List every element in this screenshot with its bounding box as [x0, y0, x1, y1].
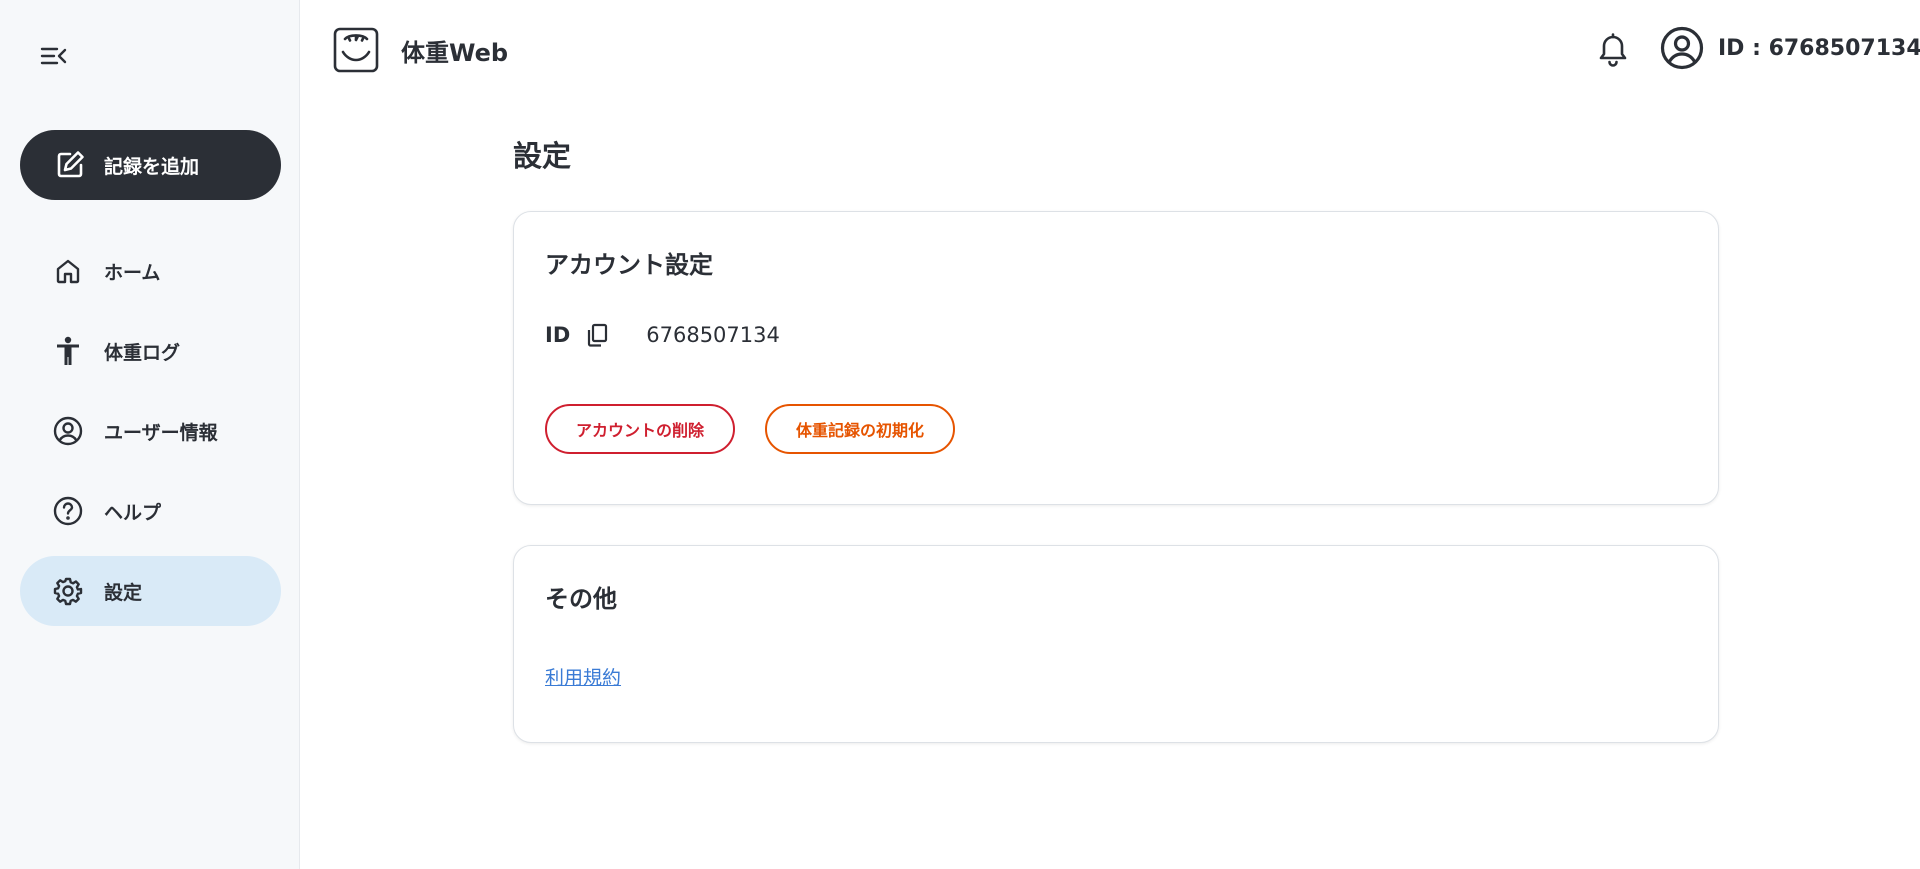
sidebar-item-label: 設定 — [104, 581, 143, 604]
id-label: ID — [545, 323, 571, 347]
sidebar-item-label: ホーム — [104, 261, 161, 284]
sidebar-item-label: ユーザー情報 — [104, 421, 218, 444]
person-icon — [52, 335, 84, 367]
sidebar-item-weight-log[interactable]: 体重ログ — [20, 316, 281, 386]
add-record-button[interactable]: 記録を追加 — [20, 130, 281, 200]
top-header: 体重Web ID : 6768507134 — [300, 0, 1920, 100]
sidebar-item-home[interactable]: ホーム — [20, 236, 281, 306]
sidebar-item-help[interactable]: ヘルプ — [20, 476, 281, 546]
menu-collapse-icon[interactable] — [38, 42, 70, 70]
terms-of-service-link[interactable]: 利用規約 — [545, 663, 621, 690]
card-title: アカウント設定 — [545, 251, 713, 279]
sidebar-item-label: ヘルプ — [104, 501, 162, 524]
sidebar-item-label: 体重ログ — [104, 341, 181, 364]
sidebar: 記録を追加 ホーム 体重ログ ユーザー情報 ヘルプ 設定 — [0, 0, 300, 869]
copy-icon[interactable] — [584, 322, 610, 348]
delete-account-button[interactable]: アカウントの削除 — [545, 404, 736, 454]
gear-icon — [52, 575, 84, 607]
header-user-id: ID : 6768507134 — [1718, 35, 1920, 61]
sidebar-nav: ホーム 体重ログ ユーザー情報 ヘルプ 設定 — [20, 236, 281, 636]
notification-bell-icon[interactable] — [1593, 30, 1633, 70]
scale-logo-icon — [333, 27, 379, 73]
edit-icon — [54, 149, 86, 181]
id-value: 6768507134 — [646, 323, 780, 347]
page-title: 設定 — [513, 139, 572, 173]
other-card: その他 利用規約 — [513, 545, 1719, 743]
account-circle-icon — [52, 415, 84, 447]
app-title: 体重Web — [401, 39, 509, 67]
id-row: ID 6768507134 — [545, 322, 780, 348]
help-icon — [52, 495, 84, 527]
sidebar-item-settings[interactable]: 設定 — [20, 556, 281, 626]
account-menu[interactable]: ID : 6768507134 — [1660, 26, 1920, 70]
account-actions: アカウントの削除 体重記録の初期化 — [545, 404, 985, 454]
reset-weight-records-button[interactable]: 体重記録の初期化 — [765, 404, 956, 454]
account-settings-card: アカウント設定 ID 6768507134 アカウントの削除 体重記録の初期化 — [513, 211, 1719, 505]
sidebar-item-user-info[interactable]: ユーザー情報 — [20, 396, 281, 466]
add-record-label: 記録を追加 — [104, 155, 200, 178]
account-circle-icon — [1660, 26, 1704, 70]
card-title: その他 — [545, 585, 617, 613]
home-icon — [52, 255, 84, 287]
